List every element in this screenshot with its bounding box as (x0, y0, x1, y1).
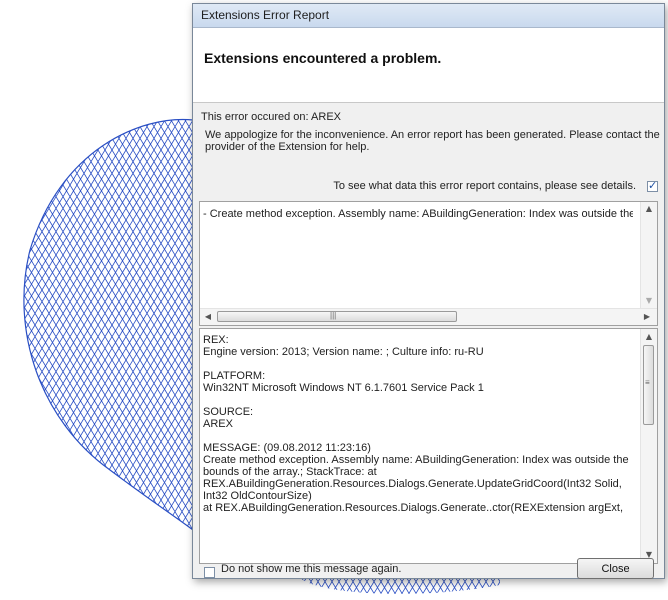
dont-show-again-checkbox[interactable] (204, 567, 215, 578)
arrow-up-icon[interactable]: ▲ (642, 332, 656, 341)
arrow-left-icon[interactable]: ◀ (201, 312, 215, 321)
window-title: Extensions Error Report (193, 4, 664, 28)
rex-section: REX: Engine version: 2013; Version name:… (203, 334, 639, 358)
details-row: To see what data this error report conta… (193, 179, 664, 195)
arrow-right-icon[interactable]: ▶ (640, 312, 654, 321)
rex-heading: REX: (203, 334, 229, 346)
arrow-down-icon[interactable]: ▼ (642, 296, 656, 305)
details-prompt: To see what data this error report conta… (333, 180, 636, 192)
error-report-dialog: Extensions Error Report Extensions encou… (192, 3, 665, 579)
summary-horizontal-scrollbar[interactable]: ◀ ||| ▶ (200, 308, 657, 325)
report-details-box[interactable]: REX: Engine version: 2013; Version name:… (199, 328, 658, 564)
source-heading: SOURCE: (203, 406, 254, 418)
platform-heading: PLATFORM: (203, 370, 266, 382)
source-value: AREX (203, 418, 233, 430)
message-heading: MESSAGE: (09.08.2012 11:23:16) (203, 442, 371, 454)
message-stack-line: at REX.ABuildingGeneration.Resources.Dia… (203, 502, 624, 514)
scroll-grip-icon: ≡ (645, 378, 650, 387)
apology-text: We appologize for the inconvenience. An … (205, 129, 660, 153)
vertical-scroll-thumb[interactable]: ≡ (643, 345, 654, 425)
dont-show-again-label[interactable]: Do not show me this message again. (221, 563, 401, 575)
report-vertical-scrollbar[interactable]: ▲ ≡ ▼ (640, 329, 657, 563)
error-source-text: This error occured on: AREX (201, 111, 342, 123)
summary-vertical-scrollbar[interactable]: ▲ ▼ (640, 202, 657, 309)
message-body: Create method exception. Assembly name: … (203, 454, 629, 502)
horizontal-scroll-thumb[interactable]: ||| (217, 311, 457, 322)
close-button[interactable]: Close (577, 558, 654, 579)
rex-engine-info: Engine version: 2013; Version name: ; Cu… (203, 346, 484, 358)
source-section: SOURCE: AREX (203, 406, 639, 430)
arrow-up-icon[interactable]: ▲ (642, 204, 656, 213)
exception-summary-box[interactable]: - Create method exception. Assembly name… (199, 201, 658, 326)
platform-section: PLATFORM: Win32NT Microsoft Windows NT 6… (203, 370, 639, 394)
exception-line: - Create method exception. Assembly name… (203, 208, 633, 220)
platform-info: Win32NT Microsoft Windows NT 6.1.7601 Se… (203, 382, 484, 394)
scroll-grip-icon: ||| (330, 311, 337, 320)
show-details-checkbox[interactable] (647, 179, 658, 192)
dialog-header: Extensions encountered a problem. (193, 28, 664, 103)
message-section: MESSAGE: (09.08.2012 11:23:16) Create me… (203, 442, 639, 514)
report-content: REX: Engine version: 2013; Version name:… (203, 334, 639, 514)
header-title: Extensions encountered a problem. (204, 50, 442, 66)
